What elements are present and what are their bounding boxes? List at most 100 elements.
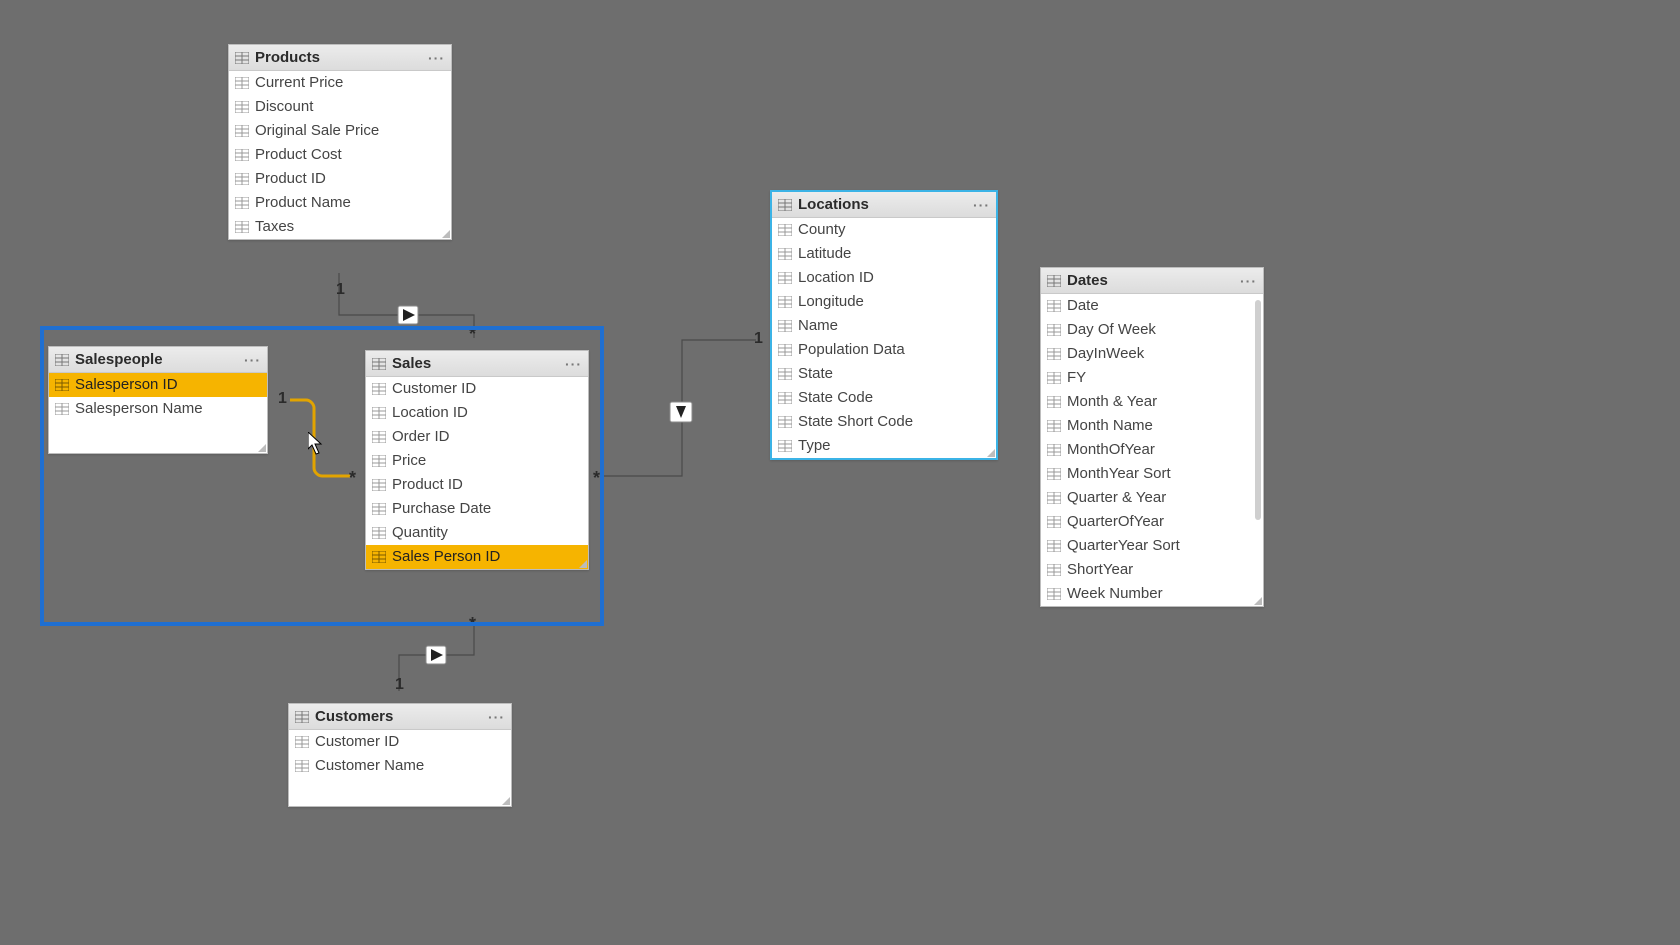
table-menu-icon[interactable]: ··· — [973, 200, 990, 210]
cardinality-many: * — [469, 614, 476, 635]
column-icon — [1047, 324, 1061, 336]
column-icon — [1047, 516, 1061, 528]
field-item[interactable]: MonthOfYear — [1041, 438, 1263, 462]
field-item[interactable]: State Short Code — [772, 410, 996, 434]
field-item[interactable]: Month Name — [1041, 414, 1263, 438]
cardinality-many: * — [593, 468, 600, 489]
field-item[interactable]: FY — [1041, 366, 1263, 390]
table-header[interactable]: Sales ··· — [366, 351, 588, 377]
resize-handle[interactable] — [986, 448, 996, 458]
table-header[interactable]: Dates ··· — [1041, 268, 1263, 294]
field-label: Location ID — [392, 403, 468, 423]
table-header[interactable]: Customers ··· — [289, 704, 511, 730]
table-icon — [235, 52, 249, 64]
field-item[interactable]: QuarterOfYear — [1041, 510, 1263, 534]
field-label: State — [798, 364, 833, 384]
field-item[interactable]: QuarterYear Sort — [1041, 534, 1263, 558]
resize-handle[interactable] — [501, 796, 511, 806]
field-item[interactable]: Order ID — [366, 425, 588, 449]
field-list: Date Day Of Week DayInWeek FY Month & Ye… — [1041, 294, 1263, 606]
table-title: Locations — [798, 196, 967, 213]
field-item[interactable]: Name — [772, 314, 996, 338]
table-menu-icon[interactable]: ··· — [488, 712, 505, 722]
field-item[interactable]: Population Data — [772, 338, 996, 362]
field-item[interactable]: Quantity — [366, 521, 588, 545]
column-icon — [372, 383, 386, 395]
field-item[interactable]: County — [772, 218, 996, 242]
field-item[interactable]: Price — [366, 449, 588, 473]
field-label: Population Data — [798, 340, 905, 360]
table-salespeople[interactable]: Salespeople ··· Salesperson ID Salespers… — [48, 346, 268, 454]
table-menu-icon[interactable]: ··· — [565, 359, 582, 369]
field-label: Price — [392, 451, 426, 471]
table-products[interactable]: Products ··· Current Price Discount Orig… — [228, 44, 452, 240]
field-item[interactable]: Product ID — [229, 167, 451, 191]
field-item[interactable]: State Code — [772, 386, 996, 410]
field-item[interactable]: Salesperson Name — [49, 397, 267, 421]
field-label: Name — [798, 316, 838, 336]
resize-handle[interactable] — [1253, 596, 1263, 606]
column-icon — [295, 760, 309, 772]
field-item[interactable]: Date — [1041, 294, 1263, 318]
resize-handle[interactable] — [257, 443, 267, 453]
table-menu-icon[interactable]: ··· — [1240, 276, 1257, 286]
field-item[interactable]: Latitude — [772, 242, 996, 266]
field-item[interactable]: Product Name — [229, 191, 451, 215]
column-icon — [235, 101, 249, 113]
column-icon — [235, 221, 249, 233]
field-item[interactable]: Purchase Date — [366, 497, 588, 521]
table-menu-icon[interactable]: ··· — [428, 53, 445, 63]
column-icon — [778, 248, 792, 260]
resize-handle[interactable] — [441, 229, 451, 239]
field-list: Salesperson ID Salesperson Name — [49, 373, 267, 421]
resize-handle[interactable] — [578, 559, 588, 569]
field-item[interactable]: ShortYear — [1041, 558, 1263, 582]
table-sales[interactable]: Sales ··· Customer ID Location ID Order … — [365, 350, 589, 570]
cursor-pointer-icon — [308, 432, 326, 460]
field-item[interactable]: Customer ID — [366, 377, 588, 401]
field-item[interactable]: Current Price — [229, 71, 451, 95]
field-item[interactable]: Customer Name — [289, 754, 511, 778]
field-item[interactable]: Month & Year — [1041, 390, 1263, 414]
field-item[interactable]: Quarter & Year — [1041, 486, 1263, 510]
column-icon — [1047, 420, 1061, 432]
scrollbar-thumb[interactable] — [1255, 300, 1261, 520]
field-item[interactable]: Discount — [229, 95, 451, 119]
field-item[interactable]: Salesperson ID — [49, 373, 267, 397]
field-label: County — [798, 220, 846, 240]
table-customers[interactable]: Customers ··· Customer ID Customer Name — [288, 703, 512, 807]
field-label: Sales Person ID — [392, 547, 500, 567]
table-menu-icon[interactable]: ··· — [244, 355, 261, 365]
table-header[interactable]: Locations ··· — [772, 192, 996, 218]
cardinality-one: 1 — [754, 330, 763, 348]
cardinality-one: 1 — [278, 390, 287, 408]
field-label: Purchase Date — [392, 499, 491, 519]
table-header[interactable]: Salespeople ··· — [49, 347, 267, 373]
field-item[interactable]: Original Sale Price — [229, 119, 451, 143]
field-item[interactable]: Product ID — [366, 473, 588, 497]
field-item[interactable]: Day Of Week — [1041, 318, 1263, 342]
field-item[interactable]: Longitude — [772, 290, 996, 314]
column-icon — [1047, 396, 1061, 408]
field-item[interactable]: Location ID — [366, 401, 588, 425]
field-label: Product ID — [255, 169, 326, 189]
field-item[interactable]: State — [772, 362, 996, 386]
table-dates[interactable]: Dates ··· Date Day Of Week DayInWeek FY … — [1040, 267, 1264, 607]
column-icon — [55, 379, 69, 391]
column-icon — [778, 392, 792, 404]
field-item[interactable]: Sales Person ID — [366, 545, 588, 569]
table-header[interactable]: Products ··· — [229, 45, 451, 71]
field-label: Month & Year — [1067, 392, 1157, 412]
table-locations[interactable]: Locations ··· County Latitude Location I… — [770, 190, 998, 460]
field-item[interactable]: MonthYear Sort — [1041, 462, 1263, 486]
field-item[interactable]: Week Number — [1041, 582, 1263, 606]
column-icon — [372, 431, 386, 443]
field-item[interactable]: DayInWeek — [1041, 342, 1263, 366]
field-item[interactable]: Customer ID — [289, 730, 511, 754]
field-item[interactable]: Product Cost — [229, 143, 451, 167]
field-item[interactable]: Location ID — [772, 266, 996, 290]
field-item[interactable]: Taxes — [229, 215, 451, 239]
model-canvas[interactable]: 1 1 * * 1 1 * * Products ··· Current Pri… — [0, 0, 1680, 945]
field-item[interactable]: Type — [772, 434, 996, 458]
field-label: State Short Code — [798, 412, 913, 432]
